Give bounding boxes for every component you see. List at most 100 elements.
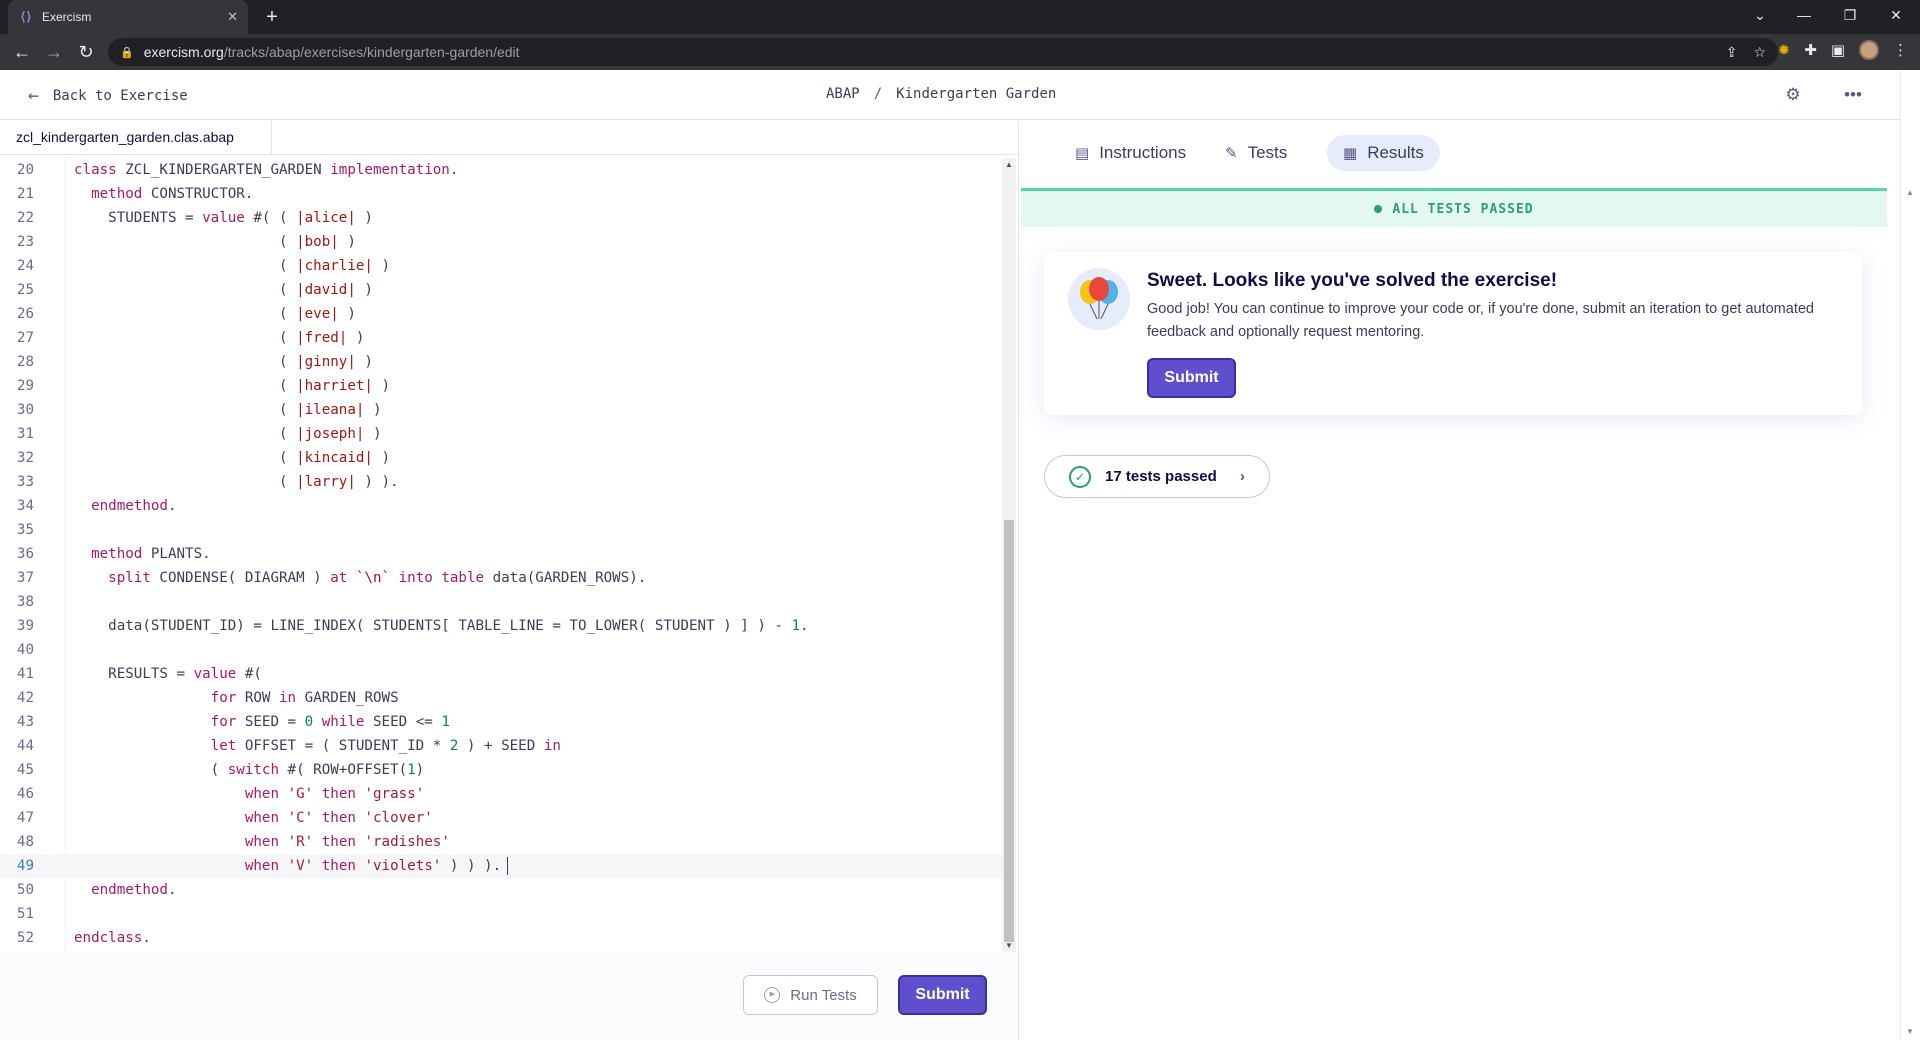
code-line[interactable]: 27 ( |fred| ) [0,326,1002,350]
code-text[interactable]: RESULTS = value #( [74,662,262,686]
code-text[interactable]: ( |david| ) [74,278,373,302]
code-line[interactable]: 32 ( |kincaid| ) [0,446,1002,470]
code-text[interactable]: ( |harriet| ) [74,374,390,398]
tab-results[interactable]: ▦ Results [1327,135,1440,171]
code-line[interactable]: 41 RESULTS = value #( [0,662,1002,686]
code-text[interactable]: ( |bob| ) [74,230,356,254]
code-text[interactable]: ( |kincaid| ) [74,446,390,470]
breadcrumb-track[interactable]: ABAP [826,86,860,102]
code-line[interactable]: 26 ( |eve| ) [0,302,1002,326]
editor-scrollbar[interactable]: ▲ ▼ [1002,158,1016,952]
scrollbar-thumb[interactable] [1004,520,1014,942]
page-scrollbar[interactable]: ▲ ▼ [1900,70,1920,1040]
tab-tests[interactable]: ✎ Tests [1209,135,1303,171]
extension-icon[interactable]: ✹ [1778,41,1791,59]
code-text[interactable]: ( |joseph| ) [74,422,382,446]
code-line[interactable]: 49 when 'V' then 'violets' ) ) ). [0,854,1002,878]
code-line[interactable]: 43 for SEED = 0 while SEED <= 1 [0,710,1002,734]
browser-tab[interactable]: ⟨⟩ Exercism ✕ [8,0,248,34]
back-arrow-icon[interactable]: ← [10,40,34,64]
code-line[interactable]: 45 ( switch #( ROW+OFFSET(1) [0,758,1002,782]
code-text[interactable]: ( switch #( ROW+OFFSET(1) [74,758,425,782]
page-scroll-up-icon[interactable]: ▲ [1906,188,1914,197]
card-submit-button[interactable]: Submit [1147,358,1236,398]
close-window-button[interactable]: ✕ [1876,0,1916,30]
share-icon[interactable]: ⇪ [1726,44,1738,61]
code-text[interactable]: ( |charlie| ) [74,254,390,278]
code-line[interactable]: 52 endclass. [0,926,1002,950]
side-panel-icon[interactable]: ▣ [1831,41,1845,59]
code-line[interactable]: 28 ( |ginny| ) [0,350,1002,374]
code-line[interactable]: 34 endmethod. [0,494,1002,518]
code-text[interactable]: when 'V' then 'violets' ) ) ). [74,854,509,878]
code-line[interactable]: 35 [0,518,1002,542]
code-line[interactable]: 23 ( |bob| ) [0,230,1002,254]
code-line[interactable]: 48 when 'R' then 'radishes' [0,830,1002,854]
minimize-button[interactable]: — [1784,0,1824,30]
code-text[interactable]: method PLANTS. [74,542,211,566]
code-line[interactable]: 44 let OFFSET = ( STUDENT_ID * 2 ) + SEE… [0,734,1002,758]
profile-avatar[interactable] [1859,40,1879,60]
code-text[interactable]: for SEED = 0 while SEED <= 1 [74,710,450,734]
scroll-down-icon[interactable]: ▼ [1002,941,1016,950]
code-text[interactable]: when 'C' then 'clover' [74,806,433,830]
code-line[interactable]: 40 [0,638,1002,662]
restore-button[interactable]: ❐ [1830,0,1870,30]
tab-search-icon[interactable]: ⌄ [1740,0,1780,30]
code-editor[interactable]: 20 class ZCL_KINDERGARTEN_GARDEN implemen… [0,158,1002,952]
tests-passed-toggle[interactable]: ✓ 17 tests passed › [1044,455,1270,498]
code-text[interactable]: ( |fred| ) [74,326,364,350]
code-line[interactable]: 20 class ZCL_KINDERGARTEN_GARDEN implemen… [0,158,1002,182]
submit-button[interactable]: Submit [898,975,987,1015]
code-line[interactable]: 38 [0,590,1002,614]
code-line[interactable]: 30 ( |ileana| ) [0,398,1002,422]
settings-gear-icon[interactable]: ⚙ [1782,84,1804,106]
code-text[interactable]: when 'G' then 'grass' [74,782,424,806]
code-text[interactable]: let OFFSET = ( STUDENT_ID * 2 ) + SEED i… [74,734,561,758]
code-text[interactable]: method CONSTRUCTOR. [74,182,253,206]
code-line[interactable]: 42 for ROW in GARDEN_ROWS [0,686,1002,710]
code-line[interactable]: 25 ( |david| ) [0,278,1002,302]
back-to-exercise-link[interactable]: ← Back to Exercise [28,85,188,106]
code-text[interactable]: when 'R' then 'radishes' [74,830,450,854]
code-text[interactable]: ( |larry| ) ). [74,470,399,494]
code-line[interactable]: 22 STUDENTS = value #( ( |alice| ) [0,206,1002,230]
reload-icon[interactable]: ↻ [74,40,98,64]
code-text[interactable]: ( |ginny| ) [74,350,373,374]
page-scroll-down-icon[interactable]: ▼ [1906,1027,1914,1036]
new-tab-button[interactable]: + [260,5,284,29]
address-bar[interactable]: 🔒 exercism.org/tracks/abap/exercises/kin… [108,38,1778,66]
code-line[interactable]: 37 split CONDENSE( DIAGRAM ) at `\n` int… [0,566,1002,590]
code-text[interactable]: endclass. [74,926,151,950]
code-line[interactable]: 47 when 'C' then 'clover' [0,806,1002,830]
file-tab[interactable]: zcl_kindergarten_garden.clas.abap [0,121,272,154]
code-text[interactable]: for ROW in GARDEN_ROWS [74,686,399,710]
code-line[interactable]: 24 ( |charlie| ) [0,254,1002,278]
code-text[interactable]: endmethod. [74,878,176,902]
code-line[interactable]: 29 ( |harriet| ) [0,374,1002,398]
code-text[interactable]: endmethod. [74,494,176,518]
code-line[interactable]: 36 method PLANTS. [0,542,1002,566]
panel-divider[interactable] [1018,121,1019,1040]
puzzle-extensions-icon[interactable]: ✚ [1804,41,1817,59]
run-tests-button[interactable]: ▶ Run Tests [743,975,878,1015]
code-line[interactable]: 46 when 'G' then 'grass' [0,782,1002,806]
code-text[interactable]: data(STUDENT_ID) = LINE_INDEX( STUDENTS[… [74,614,808,638]
more-options-icon[interactable]: ••• [1842,84,1864,106]
code-line[interactable]: 21 method CONSTRUCTOR. [0,182,1002,206]
code-line[interactable]: 50 endmethod. [0,878,1002,902]
forward-arrow-icon[interactable]: → [42,40,66,64]
code-text[interactable]: ( |ileana| ) [74,398,382,422]
bookmark-star-icon[interactable]: ☆ [1753,44,1766,61]
close-tab-icon[interactable]: ✕ [227,9,238,25]
code-line[interactable]: 39 data(STUDENT_ID) = LINE_INDEX( STUDEN… [0,614,1002,638]
code-line[interactable]: 31 ( |joseph| ) [0,422,1002,446]
code-text[interactable]: class ZCL_KINDERGARTEN_GARDEN implementa… [74,158,458,182]
code-line[interactable]: 33 ( |larry| ) ). [0,470,1002,494]
tab-instructions[interactable]: ▤ Instructions [1059,135,1202,171]
code-text[interactable]: ( |eve| ) [74,302,356,326]
browser-menu-icon[interactable]: ⋮ [1893,41,1908,59]
code-text[interactable]: STUDENTS = value #( ( |alice| ) [74,206,373,230]
code-line[interactable]: 51 [0,902,1002,926]
scroll-up-icon[interactable]: ▲ [1002,160,1016,169]
